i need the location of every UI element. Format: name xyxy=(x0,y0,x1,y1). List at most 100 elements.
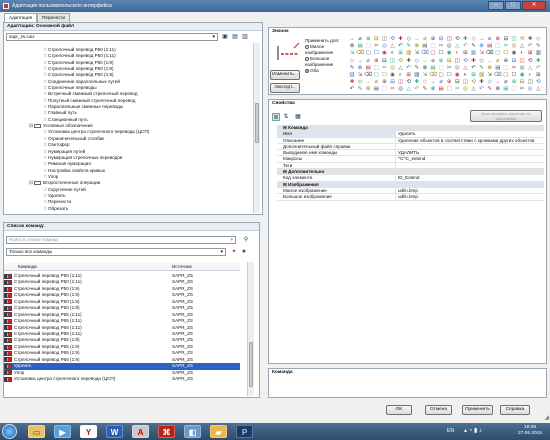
library-icon[interactable]: ⌫ xyxy=(486,50,494,57)
library-icon[interactable]: ✎ xyxy=(486,86,494,93)
minimize-button[interactable]: – xyxy=(488,1,504,10)
library-icon[interactable]: ⊗ xyxy=(356,65,364,72)
cancel-button[interactable]: Отмена xyxy=(425,405,452,415)
library-icon[interactable]: ⊕ xyxy=(364,36,372,43)
library-icon[interactable]: ✚ xyxy=(470,58,478,65)
library-icon[interactable]: ✚ xyxy=(534,58,542,65)
library-icon[interactable]: ✚ xyxy=(405,58,413,65)
library-icon[interactable]: → xyxy=(364,79,372,86)
library-icon[interactable]: ⊕ xyxy=(502,58,510,65)
resize-grip-icon[interactable]: ◢ xyxy=(544,414,549,421)
library-icon[interactable]: ⌀ xyxy=(364,58,372,65)
property-value[interactable]: udlin.bmp xyxy=(395,194,544,200)
library-icon[interactable]: ⌫ xyxy=(364,72,372,79)
library-icon[interactable]: ▢ xyxy=(502,72,510,79)
property-value[interactable]: Удалить xyxy=(395,131,544,137)
library-icon[interactable]: ⌀ xyxy=(486,36,494,43)
column-command[interactable]: Команда xyxy=(4,263,172,270)
library-icon[interactable]: ◎ xyxy=(461,86,469,93)
property-value[interactable] xyxy=(395,162,544,169)
library-icon[interactable]: → xyxy=(486,58,494,65)
tray-icons[interactable]: ▴ ◔ ▮ ♪ xyxy=(464,427,482,434)
radio-small-button[interactable] xyxy=(305,44,309,49)
library-icon[interactable]: ⬚ xyxy=(437,65,445,72)
library-icon[interactable]: ▥ xyxy=(413,72,421,79)
library-icon[interactable]: ◫ xyxy=(380,36,388,43)
library-icon[interactable]: → xyxy=(413,36,421,43)
library-icon[interactable]: → xyxy=(421,58,429,65)
library-icon[interactable]: ◐ xyxy=(453,50,461,57)
library-icon[interactable]: ⇲ xyxy=(348,50,356,57)
library-icon[interactable]: ⬚ xyxy=(502,65,510,72)
library-icon[interactable]: ⊗ xyxy=(421,65,429,72)
library-icon[interactable]: ◫ xyxy=(461,79,469,86)
library-icon[interactable]: ⬚ xyxy=(380,86,388,93)
command-search-input[interactable]: Поиск в списке команд xyxy=(6,236,236,244)
library-icon[interactable]: ◇ xyxy=(348,58,356,65)
library-icon[interactable]: ◉ xyxy=(389,72,397,79)
library-icon[interactable]: ⟲ xyxy=(389,36,397,43)
library-icon[interactable]: ◎ xyxy=(380,43,388,50)
library-icon[interactable]: ⬚ xyxy=(510,86,518,93)
library-icon[interactable]: ⌀ xyxy=(356,36,364,43)
tree-scroll-thumb[interactable] xyxy=(255,103,259,143)
library-icon[interactable]: ⬚ xyxy=(429,43,437,50)
library-icon[interactable]: △ xyxy=(461,65,469,72)
library-icon[interactable]: ⟲ xyxy=(405,79,413,86)
library-icon[interactable]: ▤ xyxy=(502,86,510,93)
library-icon[interactable]: ⊕ xyxy=(494,36,502,43)
library-icon[interactable]: ◎ xyxy=(526,86,534,93)
library-icon[interactable]: ☐ xyxy=(445,72,453,79)
library-icon[interactable]: ◫ xyxy=(518,58,526,65)
library-icon[interactable]: ⊕ xyxy=(437,58,445,65)
command-row[interactable]: Установка центра стрелочного перевода (Ц… xyxy=(4,376,240,382)
save-icon[interactable]: ▤ xyxy=(231,33,239,41)
library-icon[interactable]: ⊟ xyxy=(510,58,518,65)
library-icon[interactable]: ⇲ xyxy=(413,50,421,57)
library-icon[interactable]: ◇ xyxy=(478,58,486,65)
library-icon[interactable]: △ xyxy=(389,43,397,50)
library-icon[interactable]: ✎ xyxy=(478,65,486,72)
radio-both[interactable]: Оба xyxy=(305,68,343,74)
library-icon[interactable]: ◎ xyxy=(445,43,453,50)
library-icon[interactable]: ⬚ xyxy=(364,43,372,50)
library-icon[interactable]: ⬚ xyxy=(494,43,502,50)
property-value[interactable]: Удаление объектов в соответствии с кромк… xyxy=(395,137,544,143)
library-icon[interactable]: ✎ xyxy=(470,43,478,50)
categorized-view-icon[interactable]: ≣ xyxy=(272,113,280,121)
library-icon[interactable]: ▥ xyxy=(470,50,478,57)
library-icon[interactable]: → xyxy=(494,79,502,86)
library-icon[interactable]: ✂ xyxy=(445,65,453,72)
radio-small[interactable]: Малое изображение xyxy=(305,44,343,56)
ps-taskbar-icon[interactable]: P xyxy=(236,425,253,438)
library-icon[interactable]: ◉ xyxy=(380,50,388,57)
library-icon[interactable]: ◇ xyxy=(470,36,478,43)
library-icon[interactable]: ↶ xyxy=(348,86,356,93)
library-icon[interactable]: ▤ xyxy=(364,65,372,72)
library-icon[interactable]: △ xyxy=(453,43,461,50)
library-icon[interactable]: ⊕ xyxy=(372,58,380,65)
library-icon[interactable]: ▥ xyxy=(348,72,356,79)
library-icon[interactable]: ⟲ xyxy=(453,36,461,43)
library-icon[interactable]: ⇲ xyxy=(421,72,429,79)
tab-transfer[interactable]: Перенести xyxy=(37,13,71,22)
radio-large[interactable]: Большое изображение xyxy=(305,56,343,68)
close-button[interactable]: ✕ xyxy=(522,1,546,10)
library-icon[interactable]: △ xyxy=(518,43,526,50)
library-icon[interactable]: → xyxy=(356,58,364,65)
library-icon[interactable]: ▤ xyxy=(372,86,380,93)
library-icon[interactable]: ⊗ xyxy=(486,65,494,72)
library-icon[interactable]: ⟲ xyxy=(397,58,405,65)
clock[interactable]: 19:39 27.06.2015 xyxy=(518,425,542,437)
library-icon[interactable]: ✎ xyxy=(413,65,421,72)
library-icon[interactable]: ◇ xyxy=(405,36,413,43)
library-icon[interactable]: ⌀ xyxy=(494,58,502,65)
library-icon[interactable]: ✎ xyxy=(534,43,542,50)
library-icon[interactable]: ⊞ xyxy=(470,72,478,79)
ok-button[interactable]: OK xyxy=(386,405,412,415)
radio-large-button[interactable] xyxy=(305,56,309,61)
library-icon[interactable]: ✂ xyxy=(453,86,461,93)
library-icon[interactable]: ⊞ xyxy=(534,72,542,79)
list-view-icon[interactable]: ▥ xyxy=(241,33,249,41)
library-icon[interactable]: ◎ xyxy=(518,65,526,72)
